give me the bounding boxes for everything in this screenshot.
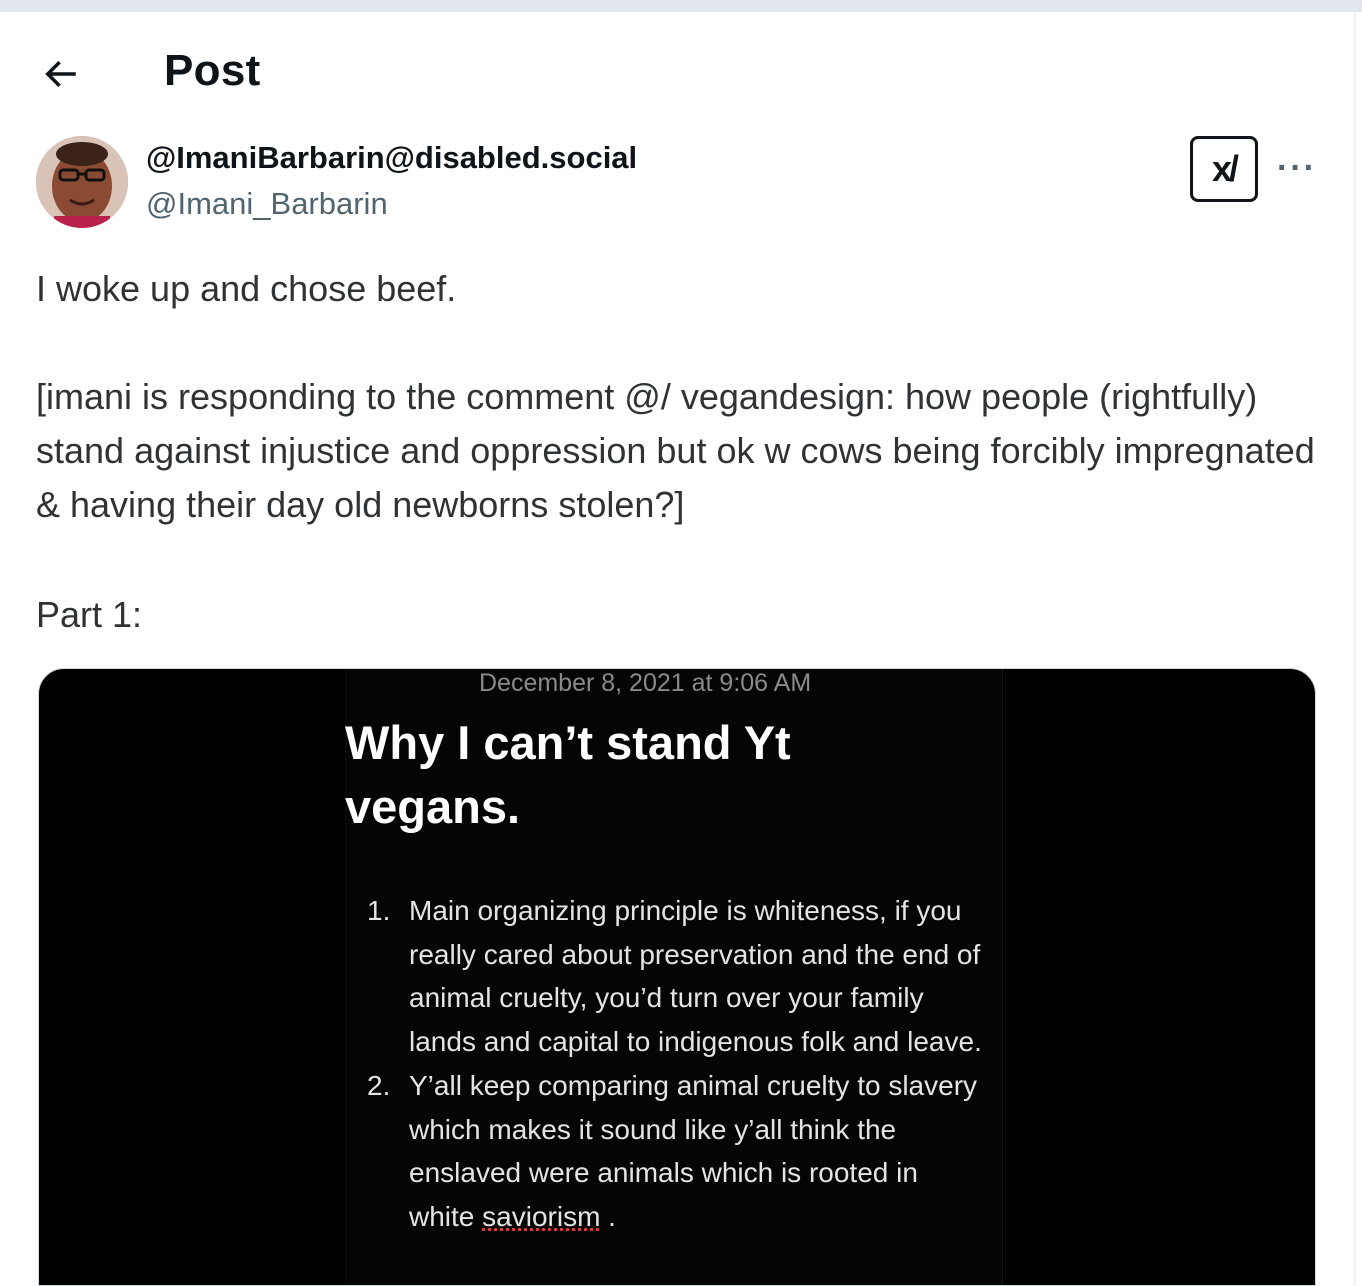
post-text-quote: [imani is responding to the comment @/ v… bbox=[36, 376, 1315, 525]
media-date: December 8, 2021 at 9:06 AM bbox=[479, 669, 812, 697]
avatar[interactable] bbox=[36, 136, 128, 228]
arrow-left-icon bbox=[45, 60, 76, 88]
list-item-text: Main organizing principle is whiteness, … bbox=[409, 895, 982, 1058]
post-author: @ImaniBarbarin@disabled.social @Imani_Ba… bbox=[36, 136, 1336, 232]
post-text-part: Part 1: bbox=[36, 594, 143, 635]
more-horizontal-icon: ··· bbox=[1277, 149, 1317, 187]
post-header: Post bbox=[0, 12, 1354, 132]
list-item: 2. Y’all keep comparing animal cruelty t… bbox=[363, 1064, 983, 1239]
post-media-image[interactable]: December 8, 2021 at 9:06 AM Why I can’t … bbox=[38, 668, 1316, 1286]
more-options-button[interactable]: ··· bbox=[1272, 146, 1322, 190]
column-border bbox=[1354, 12, 1356, 1286]
grok-icon: x/ bbox=[1211, 148, 1239, 189]
misspelled-word: saviorism bbox=[482, 1200, 601, 1232]
list-number: 2. bbox=[367, 1069, 391, 1101]
post-text-line: I woke up and chose beef. bbox=[36, 268, 457, 309]
back-button[interactable] bbox=[30, 50, 90, 98]
list-item-text-end: . bbox=[600, 1200, 616, 1232]
media-heading: Why I can’t stand Yt vegans. bbox=[345, 716, 791, 833]
grok-button[interactable]: x/ bbox=[1190, 136, 1258, 202]
list-number: 1. bbox=[367, 895, 391, 926]
browser-top-strip bbox=[0, 0, 1362, 12]
media-list: 1. Main organizing principle is whitenes… bbox=[363, 889, 983, 1239]
list-item: 1. Main organizing principle is whitenes… bbox=[363, 889, 983, 1064]
page-title: Post bbox=[164, 46, 261, 95]
author-handle[interactable]: @Imani_Barbarin bbox=[146, 186, 388, 222]
author-display-name[interactable]: @ImaniBarbarin@disabled.social bbox=[146, 140, 637, 176]
